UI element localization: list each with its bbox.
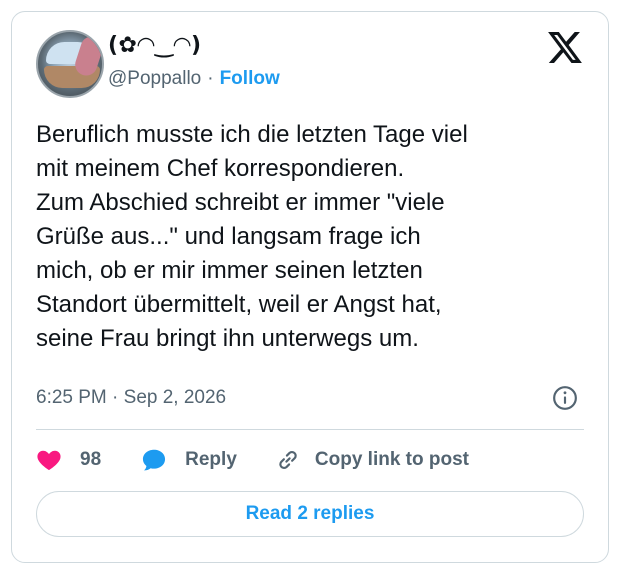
reply-label: Reply	[185, 449, 237, 470]
tweet-text: Beruflich musste ich die letzten Tage vi…	[36, 121, 468, 352]
divider	[36, 429, 584, 430]
link-icon	[279, 450, 297, 470]
speech-bubble-icon	[143, 449, 166, 471]
author-handle[interactable]: @Poppallo	[108, 68, 201, 89]
copy-link-button[interactable]: Copy link to post	[275, 447, 469, 473]
x-logo-icon[interactable]	[548, 32, 582, 63]
heart-icon	[37, 450, 61, 471]
like-button[interactable]: 98	[36, 447, 101, 473]
follow-link[interactable]: Follow	[220, 68, 280, 89]
read-replies-button[interactable]: Read 2 replies	[36, 491, 584, 537]
separator-dot: ·	[207, 68, 214, 89]
info-icon[interactable]	[552, 385, 578, 411]
action-bar: 98 Reply Copy link to post	[36, 444, 469, 476]
avatar[interactable]	[36, 30, 104, 98]
copy-link-label: Copy link to post	[314, 449, 469, 470]
like-count: 98	[80, 449, 102, 470]
tweet-timestamp[interactable]: 6:25 PM · Sep 2, 2026	[36, 387, 226, 409]
reply-button[interactable]: Reply	[141, 447, 237, 473]
author-display-name[interactable]: (✿◠‿◠)	[108, 33, 202, 58]
author-handle-row: @Poppallo · Follow	[108, 68, 280, 90]
